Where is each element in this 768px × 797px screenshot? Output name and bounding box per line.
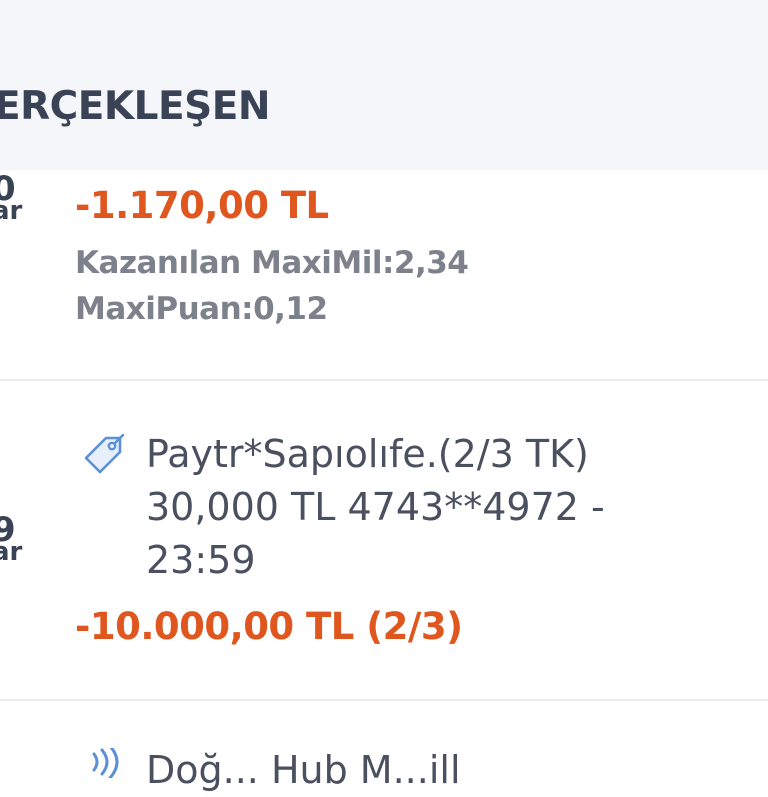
description-line: Paytr*Sapıolıfe.(2/3 TK): [146, 432, 589, 476]
wireless-payment-icon: [92, 748, 119, 778]
transaction-amount: -1.170,00 TL: [75, 184, 329, 227]
transaction-description: Paytr*Sapıolıfe.(2/3 TK) 30,000 TL 4743*…: [146, 428, 746, 587]
transaction-date: 0 ar: [0, 172, 32, 224]
row-divider: [0, 699, 768, 701]
description-line: 30,000 TL 4743**4972 -: [146, 485, 605, 529]
transaction-date: 9 ar: [0, 513, 32, 565]
transaction-amount: -10.000,00 TL (2/3): [75, 605, 463, 648]
date-month: ar: [0, 537, 23, 567]
section-header: ERÇEKLEŞEN: [0, 0, 768, 170]
section-title: ERÇEKLEŞEN: [0, 84, 271, 129]
description-line: 23:59: [146, 538, 256, 582]
row-divider: [0, 379, 768, 381]
maximil-earned: Kazanılan MaxiMil:2,34: [75, 245, 469, 281]
maxipuan-earned: MaxiPuan:0,12: [75, 291, 328, 327]
tag-icon: [84, 433, 125, 474]
date-month: ar: [0, 196, 23, 226]
transaction-description: Doğ... Hub M...ill: [146, 748, 461, 792]
